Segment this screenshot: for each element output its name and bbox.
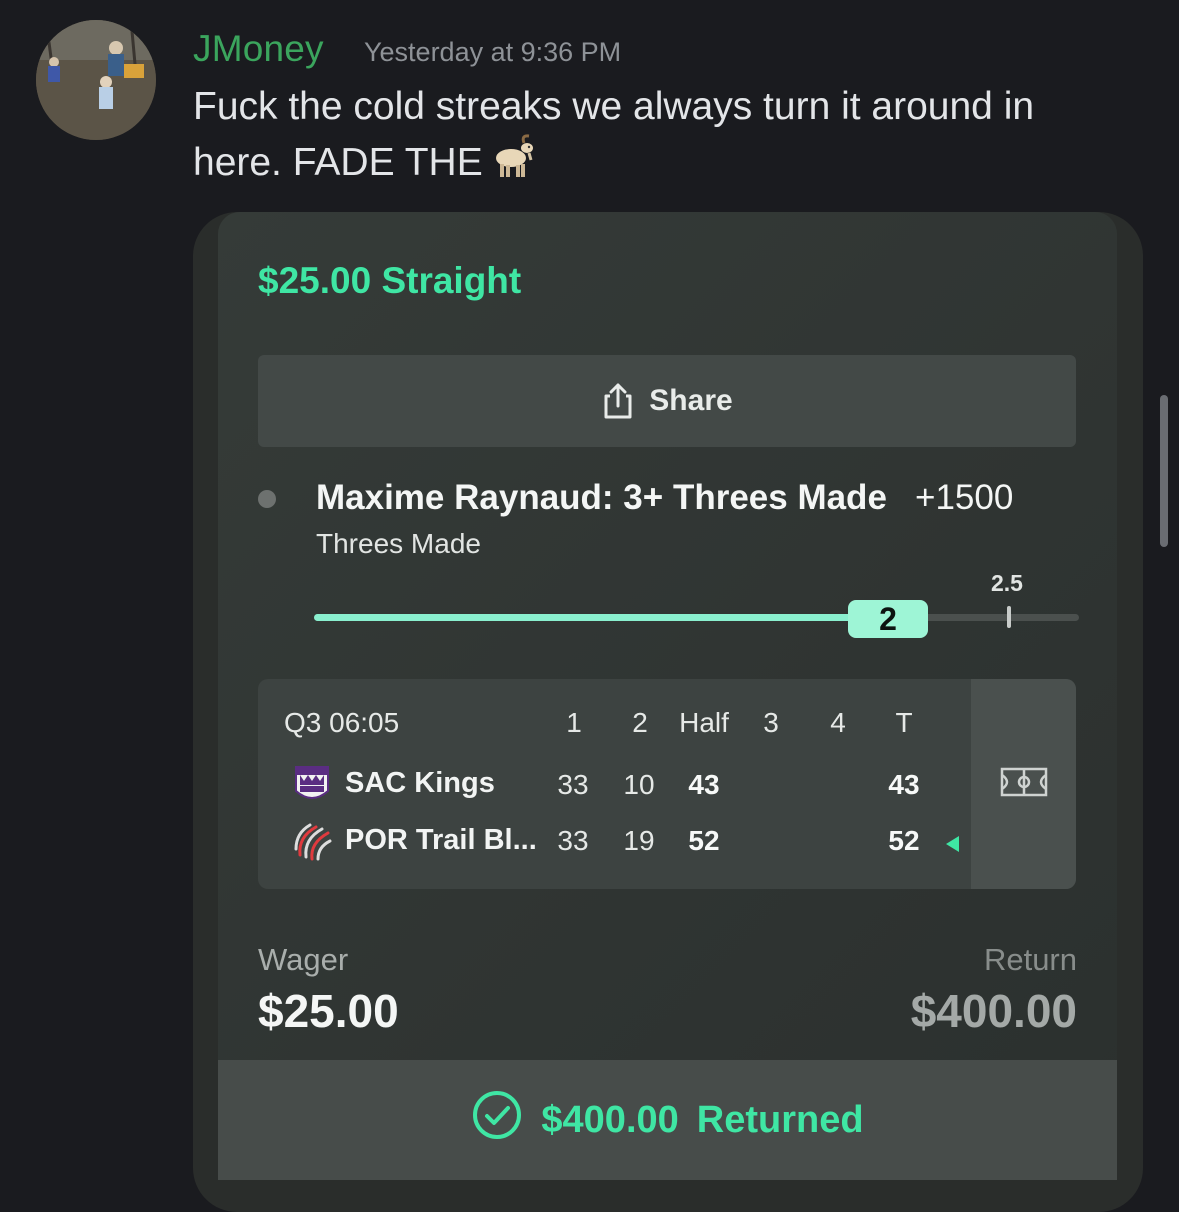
goat-emoji-icon: [489, 134, 537, 195]
leading-team-arrow-icon: [943, 834, 961, 859]
header-half: Half: [679, 707, 729, 738]
court-icon: [1000, 767, 1048, 802]
sac-total: 43: [888, 769, 920, 800]
share-icon: [601, 382, 635, 420]
wager-label: Wager: [258, 942, 349, 977]
por-half: 52: [688, 825, 720, 856]
prop-subtitle: Threes Made: [316, 528, 481, 559]
header-q1: 1: [566, 707, 582, 738]
share-button[interactable]: Share: [258, 355, 1076, 447]
return-value: $400.00: [910, 985, 1077, 1037]
header-q4: 4: [830, 707, 846, 738]
message-username[interactable]: JMoney: [193, 28, 324, 70]
check-circle-icon: [471, 1089, 523, 1151]
sac-q2: 10: [623, 769, 655, 800]
share-label: Share: [649, 384, 733, 417]
por-q2: 19: [623, 825, 655, 856]
prop-title: Maxime Raynaud: 3+ Threes Made: [316, 478, 887, 517]
bet-card[interactable]: $25.00 Straight Share Maxime Raynaud: 3+…: [218, 212, 1117, 1180]
line-label: 2.5: [991, 570, 1023, 596]
court-view-button[interactable]: [971, 679, 1076, 889]
message-timestamp: Yesterday at 9:36 PM: [364, 37, 622, 67]
line-tick-marker: [1007, 606, 1011, 628]
returned-label: Returned: [696, 1098, 864, 1141]
por-total: 52: [888, 825, 920, 856]
return-label: Return: [983, 942, 1077, 977]
scoreboard[interactable]: Q3 06:05 1 2 Half 3 4 T SAC Kings 33 10 …: [258, 679, 1076, 889]
message-text: Fuck the cold streaks we always turn it …: [193, 80, 1093, 195]
scrollbar[interactable]: [1160, 395, 1168, 547]
game-clock: Q3 06:05: [284, 707, 400, 738]
team-name-por: POR Trail Bl...: [345, 824, 537, 856]
bet-title: $25.00 Straight: [258, 260, 522, 301]
returned-status-bar: $400.00 Returned: [218, 1060, 1117, 1180]
sac-q1: 33: [557, 769, 589, 800]
progress-value-badge: 2: [848, 600, 928, 638]
por-q1: 33: [557, 825, 589, 856]
prop-odds: +1500: [915, 478, 1014, 517]
message-body: Fuck the cold streaks we always turn it …: [193, 85, 1035, 184]
progress-fill: [314, 614, 865, 621]
user-avatar[interactable]: [36, 20, 156, 140]
header-q2: 2: [632, 707, 648, 738]
wager-value: $25.00: [258, 985, 399, 1037]
header-q3: 3: [763, 707, 779, 738]
status-dot: [258, 490, 276, 508]
trail-blazers-logo-icon: [292, 821, 332, 861]
returned-amount: $400.00: [541, 1098, 679, 1141]
header-total: T: [895, 707, 913, 738]
team-name-sac: SAC Kings: [345, 767, 495, 799]
kings-logo-icon: [292, 763, 332, 803]
sac-half: 43: [688, 769, 720, 800]
